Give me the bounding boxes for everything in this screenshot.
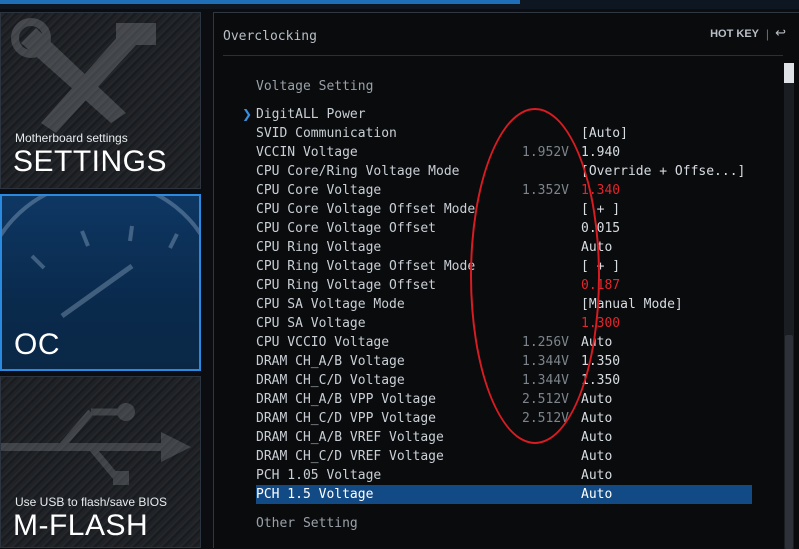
row-value[interactable]: [Override + Offse...] xyxy=(581,162,745,181)
row-current-voltage: 2.512V xyxy=(522,392,569,407)
table-row[interactable]: CPU VCCIO Voltage 1.256V Auto xyxy=(256,333,752,352)
table-row[interactable]: DRAM CH_A/B Voltage 1.344V 1.350 xyxy=(256,352,752,371)
sidebar-tile-mflash[interactable]: Use USB to flash/save BIOS M-FLASH xyxy=(0,376,201,548)
sidebar-tile-settings[interactable]: Motherboard settings SETTINGS xyxy=(0,12,201,189)
row-value[interactable]: Auto xyxy=(581,428,612,447)
row-label: DRAM CH_C/D Voltage xyxy=(256,373,405,388)
table-row[interactable]: DRAM CH_C/D VPP Voltage 2.512V Auto xyxy=(256,409,752,428)
table-row[interactable]: CPU Ring Voltage Offset Mode [ + ] xyxy=(256,257,752,276)
header-divider xyxy=(223,55,783,56)
table-row[interactable]: DRAM CH_A/B VPP Voltage 2.512V Auto xyxy=(256,390,752,409)
row-label: CPU Core Voltage xyxy=(256,183,382,198)
row-label: SVID Communication xyxy=(256,126,397,141)
row-value[interactable]: [ + ] xyxy=(581,257,620,276)
voltage-settings-list: ❯ DigitALL Power SVID Communication [Auto] V… xyxy=(242,105,752,504)
section-voltage-setting: Voltage Setting xyxy=(256,79,374,94)
row-value[interactable]: 0.015 xyxy=(581,219,620,238)
section-other-setting[interactable]: Other Setting xyxy=(256,516,358,531)
back-arrow-icon[interactable]: ↩ xyxy=(775,26,786,41)
table-row[interactable]: DRAM CH_A/B VREF Voltage Auto xyxy=(256,428,752,447)
row-label: CPU Ring Voltage Offset xyxy=(256,278,437,293)
row-value[interactable]: Auto xyxy=(581,390,612,409)
row-label: DRAM CH_A/B VREF Voltage xyxy=(256,430,444,445)
row-value[interactable]: 1.350 xyxy=(581,352,620,371)
row-current-voltage: 1.352V xyxy=(522,183,569,198)
hotkey-separator: | xyxy=(765,27,769,41)
row-label: CPU SA Voltage xyxy=(256,316,366,331)
row-current-voltage: 1.344V xyxy=(522,354,569,369)
row-value[interactable]: 1.340 xyxy=(581,181,620,200)
top-bar xyxy=(0,0,799,9)
row-current-voltage: 1.952V xyxy=(522,145,569,160)
table-row[interactable]: CPU Core Voltage 1.352V 1.340 xyxy=(256,181,752,200)
row-value[interactable]: [Manual Mode] xyxy=(581,295,683,314)
table-row[interactable]: DRAM CH_C/D Voltage 1.344V 1.350 xyxy=(256,371,752,390)
sidebar-tile-oc[interactable]: OC xyxy=(0,194,201,371)
table-row[interactable]: CPU Core Voltage Offset 0.015 xyxy=(256,219,752,238)
row-value[interactable]: Auto xyxy=(581,409,612,428)
gauge-icon xyxy=(2,196,199,319)
row-label: CPU VCCIO Voltage xyxy=(256,335,390,350)
row-label: VCCIN Voltage xyxy=(256,145,358,160)
settings-subtitle: Motherboard settings xyxy=(15,131,128,145)
row-label: PCH 1.05 Voltage xyxy=(256,468,382,483)
table-row[interactable]: CPU Ring Voltage Auto xyxy=(256,238,752,257)
row-label: CPU Core/Ring Voltage Mode xyxy=(256,164,460,179)
table-row[interactable]: CPU SA Voltage Mode [Manual Mode] xyxy=(256,295,752,314)
table-row[interactable]: CPU Ring Voltage Offset 0.187 xyxy=(256,276,752,295)
row-value[interactable]: [Auto] xyxy=(581,124,628,143)
row-value[interactable]: Auto xyxy=(581,466,612,485)
row-label: DigitALL Power xyxy=(256,107,366,122)
row-label: CPU Ring Voltage xyxy=(256,240,382,255)
table-row[interactable]: CPU SA Voltage 1.300 xyxy=(256,314,752,333)
mflash-title: M-FLASH xyxy=(13,509,149,542)
row-label: DRAM CH_A/B Voltage xyxy=(256,354,405,369)
mflash-subtitle: Use USB to flash/save BIOS xyxy=(15,495,168,509)
table-row[interactable]: VCCIN Voltage 1.952V 1.940 xyxy=(256,143,752,162)
table-row[interactable]: ❯ DigitALL Power xyxy=(242,105,752,124)
row-value[interactable]: Auto xyxy=(581,333,612,352)
row-value[interactable]: [ + ] xyxy=(581,200,620,219)
table-row[interactable]: SVID Communication [Auto] xyxy=(256,124,752,143)
row-value[interactable]: 1.940 xyxy=(581,143,620,162)
table-row[interactable]: CPU Core Voltage Offset Mode [ + ] xyxy=(256,200,752,219)
row-label: DRAM CH_C/D VREF Voltage xyxy=(256,449,444,464)
row-current-voltage: 1.256V xyxy=(522,335,569,350)
row-current-voltage: 2.512V xyxy=(522,411,569,426)
settings-title: SETTINGS xyxy=(13,145,168,178)
row-value[interactable]: 0.187 xyxy=(581,276,620,295)
row-label: CPU SA Voltage Mode xyxy=(256,297,405,312)
row-label: DRAM CH_C/D VPP Voltage xyxy=(256,411,437,426)
oc-title: OC xyxy=(14,328,60,361)
row-value[interactable]: Auto xyxy=(581,447,612,466)
row-value[interactable]: Auto xyxy=(581,238,612,257)
row-label: PCH 1.5 Voltage xyxy=(256,487,374,502)
table-row[interactable]: PCH 1.5 Voltage Auto xyxy=(256,485,752,504)
hotkey-button[interactable]: HOT KEY xyxy=(710,28,759,40)
usb-icon xyxy=(1,403,191,485)
top-bar-accent xyxy=(0,0,520,4)
overclocking-panel: Overclocking HOT KEY | ↩ Voltage Setting… xyxy=(213,12,799,549)
row-value[interactable]: 1.300 xyxy=(581,314,620,333)
submenu-arrow-icon: ❯ xyxy=(242,107,253,121)
row-value[interactable]: 1.350 xyxy=(581,371,620,390)
table-row[interactable]: PCH 1.05 Voltage Auto xyxy=(256,466,752,485)
table-row[interactable]: DRAM CH_C/D VREF Voltage Auto xyxy=(256,447,752,466)
table-row[interactable]: CPU Core/Ring Voltage Mode [Override + Of… xyxy=(256,162,752,181)
panel-title: Overclocking xyxy=(223,29,317,44)
row-value[interactable]: Auto xyxy=(581,485,612,504)
row-label: CPU Ring Voltage Offset Mode xyxy=(256,259,476,274)
row-current-voltage: 1.344V xyxy=(522,373,569,388)
row-label: CPU Core Voltage Offset Mode xyxy=(256,202,476,217)
scrollbar-thumb[interactable] xyxy=(785,335,793,549)
row-label: CPU Core Voltage Offset xyxy=(256,221,437,236)
row-label: DRAM CH_A/B VPP Voltage xyxy=(256,392,437,407)
scrollbar[interactable] xyxy=(784,63,794,549)
scrollbar-top-cap xyxy=(784,63,794,83)
